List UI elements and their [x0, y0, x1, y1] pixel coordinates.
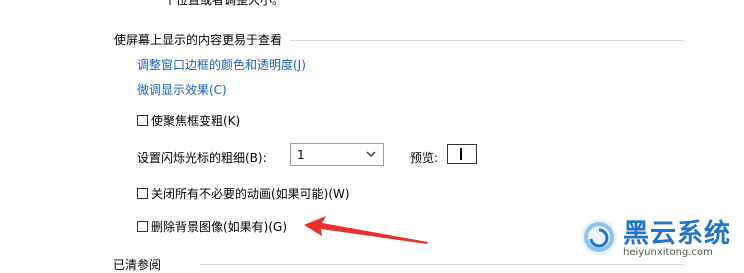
red-arrow-annotation — [304, 216, 428, 244]
watermark-logo: 黑云系统 heiyunxitong.com — [575, 215, 744, 265]
disable-animations-checkbox[interactable] — [137, 188, 148, 199]
adjust-window-border-color-link[interactable]: 调整窗口边框的颜色和透明度(J) — [137, 56, 306, 73]
watermark-title: 黑云系统 — [623, 219, 732, 249]
remove-background-checkbox[interactable] — [137, 221, 148, 232]
section-title: 使屏幕上显示的内容更易于查看 — [114, 33, 283, 47]
watermark-url: heiyunxitong.com — [623, 247, 713, 258]
truncated-description-text: 一个位置或者调整大小。 — [152, 0, 285, 7]
remove-background-label: 删除背景图像(如果有)(G) — [151, 220, 288, 234]
focus-thick-label: 使聚焦框变粗(K) — [151, 114, 241, 128]
focus-thick-checkbox[interactable] — [137, 115, 148, 126]
chevron-down-icon — [366, 151, 376, 157]
cursor-thickness-select[interactable]: 1 — [290, 143, 384, 166]
focus-thick-checkbox-row[interactable]: 使聚焦框变粗(K) — [137, 112, 240, 129]
preview-label: 预览: — [410, 151, 439, 165]
heiyun-logo-icon — [581, 219, 617, 255]
disable-animations-checkbox-row[interactable]: 关闭所有不必要的动画(如果可能)(W) — [137, 185, 350, 202]
section-separator — [290, 40, 684, 41]
disable-animations-label: 关闭所有不必要的动画(如果可能)(W) — [151, 187, 350, 201]
remove-background-checkbox-row[interactable]: 删除背景图像(如果有)(G) — [137, 218, 287, 235]
cursor-preview-box — [447, 144, 477, 164]
cursor-caret-preview — [460, 148, 462, 160]
cursor-thickness-label: 设置闪烁光标的粗细(B): — [137, 151, 267, 165]
tune-display-link[interactable]: 微调显示效果(C) — [137, 81, 227, 98]
cursor-thickness-value: 1 — [297, 147, 305, 162]
